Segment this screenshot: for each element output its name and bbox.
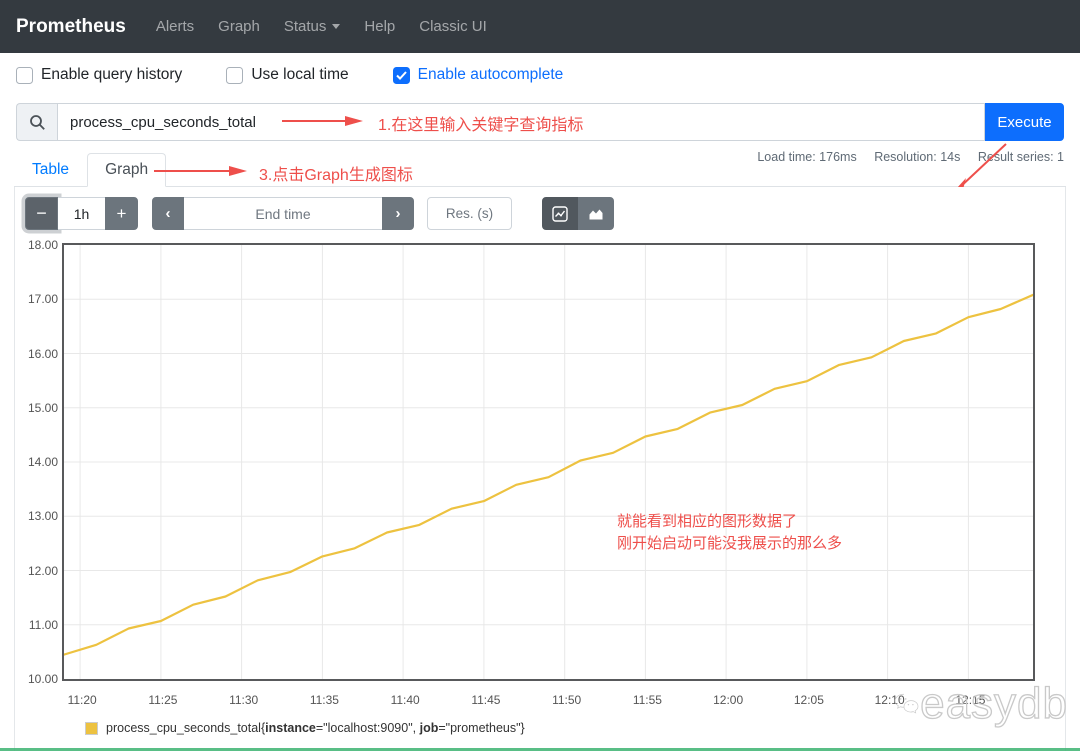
tab-table[interactable]: Table [14,153,87,187]
x-axis-tick-label: 11:40 [391,693,420,707]
y-axis-tick-label: 15.00 [15,401,58,415]
nav-item-label: Help [364,18,395,35]
x-axis-tick-label: 12:05 [794,693,824,707]
x-axis-tick-label: 11:55 [633,693,662,707]
range-input[interactable] [58,197,105,230]
annotation-arrow-1 [281,113,365,129]
checkbox-enable-query-history[interactable]: Enable query history [16,66,182,84]
checkbox-icon[interactable] [226,67,243,84]
checkbox-use-local-time[interactable]: Use local time [226,66,348,84]
y-axis-tick-label: 10.00 [15,672,58,686]
y-axis-tick-label: 11.00 [15,618,58,632]
nav-item-alerts[interactable]: Alerts [144,10,206,43]
query-stats: Load time: 176ms Resolution: 14s Result … [743,150,1064,164]
y-axis-tick-label: 18.00 [15,238,58,252]
line-chart-icon [552,206,568,222]
x-axis-tick-label: 12:10 [875,693,905,707]
annotation-step1: 1.在这里输入关键字查询指标 [378,111,583,135]
x-axis-tick-label: 11:35 [310,693,339,707]
x-axis-tick-label: 12:15 [955,693,985,707]
x-axis-tick-label: 11:50 [552,693,581,707]
checkbox-label: Use local time [251,66,348,84]
chart-plot-area[interactable]: 就能看到相应的图形数据了 刚开始启动可能没我展示的那么多 [62,243,1035,681]
nav-item-label: Status [284,18,327,35]
x-axis-tick-label: 11:20 [68,693,97,707]
nav-item-label: Alerts [156,18,194,35]
area-chart-icon [588,206,604,222]
graph-controls: − + ‹ › [25,197,614,230]
annotation-step3: 3.点击Graph生成图标 [259,161,413,185]
x-axis-tick-label: 12:00 [713,693,743,707]
y-axis-tick-label: 13.00 [15,509,58,523]
y-axis-tick-label: 16.00 [15,347,58,361]
search-icon [16,103,57,141]
nav-item-classic-ui[interactable]: Classic UI [407,10,499,43]
end-time-input[interactable] [184,197,382,230]
graph-panel: − + ‹ › 10.00 11.00 12.00 13.00 14.00 15.00 16… [14,187,1066,751]
checkbox-enable-autocomplete[interactable]: Enable autocomplete [393,66,564,84]
checkbox-label: Enable query history [41,66,182,84]
nav-item-label: Classic UI [419,18,487,35]
annotation-arrow-3 [153,163,249,179]
range-decrease-button[interactable]: − [25,197,58,230]
stacked-chart-toggle-button[interactable] [578,197,614,230]
resolution-input[interactable] [427,197,512,230]
y-axis-tick-label: 17.00 [15,292,58,306]
brand-prometheus[interactable]: Prometheus [16,16,126,38]
nav-item-graph[interactable]: Graph [206,10,272,43]
chart-note-line2: 刚开始启动可能没我展示的那么多 [617,533,842,555]
x-axis-tick-label: 11:25 [148,693,177,707]
chart-legend[interactable]: process_cpu_seconds_total{instance="loca… [85,721,525,735]
nav-item-help[interactable]: Help [352,10,407,43]
legend-color-swatch [85,722,98,735]
x-axis-tick-label: 11:30 [229,693,258,707]
time-forward-button[interactable]: › [382,197,414,230]
navbar: Prometheus Alerts Graph Status Help Clas… [0,0,1080,53]
load-time: Load time: 176ms [757,150,856,164]
nav-item-status-dropdown[interactable]: Status [272,10,353,43]
options-row: Enable query history Use local time Enab… [16,66,563,84]
y-axis-tick-label: 12.00 [15,564,58,578]
checkbox-label: Enable autocomplete [418,66,564,84]
chart-canvas [64,245,1033,679]
time-back-button[interactable]: ‹ [152,197,184,230]
legend-series-label: process_cpu_seconds_total{instance="loca… [106,721,525,735]
nav-item-label: Graph [218,18,260,35]
chevron-down-icon [332,24,340,29]
checkbox-icon[interactable] [16,67,33,84]
chart-note-line1: 就能看到相应的图形数据了 [617,511,842,533]
checkbox-icon[interactable] [393,67,410,84]
annotation-chart-note: 就能看到相应的图形数据了 刚开始启动可能没我展示的那么多 [617,511,842,555]
range-increase-button[interactable]: + [105,197,138,230]
y-axis-tick-label: 14.00 [15,455,58,469]
line-chart-toggle-button[interactable] [542,197,578,230]
x-axis-tick-label: 11:45 [471,693,500,707]
execute-button[interactable]: Execute [985,103,1064,141]
